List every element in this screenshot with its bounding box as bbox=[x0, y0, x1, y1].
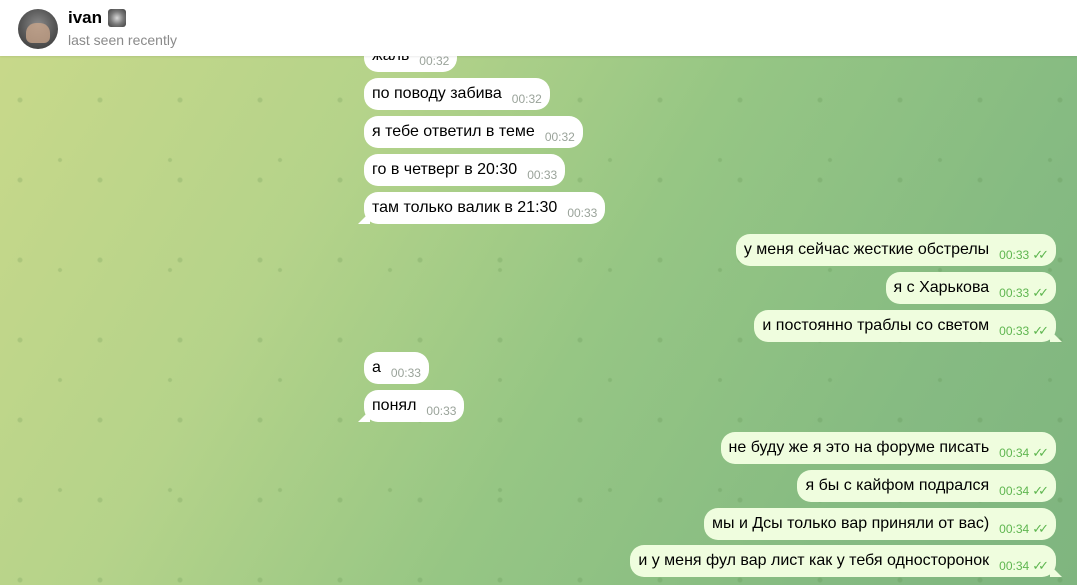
message-bubble-in[interactable]: по поводу забива 00:32 bbox=[364, 78, 550, 110]
message-bubble-out[interactable]: и постоянно траблы со светом 00:33 ✓✓ bbox=[754, 310, 1056, 342]
message-bubble-in[interactable]: там только валик в 21:30 00:33 bbox=[364, 192, 606, 224]
double-check-icon: ✓✓ bbox=[1032, 483, 1049, 498]
message-text: я тебе ответил в теме bbox=[372, 123, 535, 140]
message-time: 00:33 bbox=[999, 324, 1030, 338]
message-text: я бы с кайфом подрался bbox=[805, 477, 990, 494]
message-time: 00:33 bbox=[999, 248, 1030, 262]
message-text: го в четверг в 20:30 bbox=[372, 161, 518, 178]
message-text: и постоянно траблы со светом bbox=[762, 317, 990, 334]
message-time: 00:33 bbox=[426, 404, 457, 418]
message-text: по поводу забива bbox=[372, 85, 502, 102]
message-bubble-out[interactable]: мы и Дсы только вар приняли от вас) 00:3… bbox=[704, 508, 1056, 540]
message-text: не буду же я это на форуме писать bbox=[728, 439, 990, 456]
contact-name[interactable]: ivan bbox=[68, 8, 102, 28]
double-check-icon: ✓✓ bbox=[1032, 285, 1049, 300]
message-bubble-in[interactable]: я тебе ответил в теме 00:32 bbox=[364, 116, 583, 148]
chat-header[interactable]: ivan last seen recently bbox=[0, 0, 1077, 56]
double-check-icon: ✓✓ bbox=[1032, 445, 1049, 460]
double-check-icon: ✓✓ bbox=[1032, 323, 1049, 338]
name-row: ivan bbox=[68, 8, 127, 28]
message-bubble-out[interactable]: и у меня фул вар лист как у тебя односто… bbox=[630, 545, 1056, 577]
message-bubble-out[interactable]: я бы с кайфом подрался 00:34 ✓✓ bbox=[797, 470, 1056, 502]
message-bubble-out[interactable]: я с Харькова 00:33 ✓✓ bbox=[885, 272, 1056, 304]
message-bubble-out[interactable]: у меня сейчас жесткие обстрелы 00:33 ✓✓ bbox=[735, 234, 1056, 266]
profile-emoji-icon bbox=[108, 9, 127, 27]
message-time: 00:33 bbox=[390, 366, 421, 380]
message-text: я с Харькова bbox=[893, 279, 990, 296]
double-check-icon: ✓✓ bbox=[1032, 558, 1049, 573]
message-bubble-in[interactable]: понял 00:33 bbox=[364, 390, 465, 422]
double-check-icon: ✓✓ bbox=[1032, 247, 1049, 262]
message-time: 00:32 bbox=[544, 130, 575, 144]
message-time: 00:32 bbox=[419, 54, 450, 68]
message-text: понял bbox=[372, 397, 417, 414]
message-time: 00:34 bbox=[999, 522, 1030, 536]
message-text: а bbox=[372, 359, 381, 376]
message-text: и у меня фул вар лист как у тебя односто… bbox=[638, 552, 990, 569]
double-check-icon: ✓✓ bbox=[1032, 521, 1049, 536]
message-time: 00:33 bbox=[999, 286, 1030, 300]
message-time: 00:34 bbox=[999, 484, 1030, 498]
message-time: 00:33 bbox=[527, 168, 558, 182]
message-text: там только валик в 21:30 bbox=[372, 199, 558, 216]
message-time: 00:32 bbox=[511, 92, 542, 106]
message-time: 00:33 bbox=[567, 206, 598, 220]
message-time: 00:34 bbox=[999, 446, 1030, 460]
avatar[interactable] bbox=[18, 9, 58, 49]
message-bubble-in[interactable]: го в четверг в 20:30 00:33 bbox=[364, 154, 566, 186]
message-text: мы и Дсы только вар приняли от вас) bbox=[712, 515, 990, 532]
message-bubble-out[interactable]: не буду же я это на форуме писать 00:34 … bbox=[720, 432, 1056, 464]
last-seen-status: last seen recently bbox=[68, 32, 177, 48]
message-text: у меня сейчас жесткие обстрелы bbox=[743, 241, 990, 258]
message-bubble-in[interactable]: а 00:33 bbox=[364, 352, 429, 384]
message-time: 00:34 bbox=[999, 559, 1030, 573]
